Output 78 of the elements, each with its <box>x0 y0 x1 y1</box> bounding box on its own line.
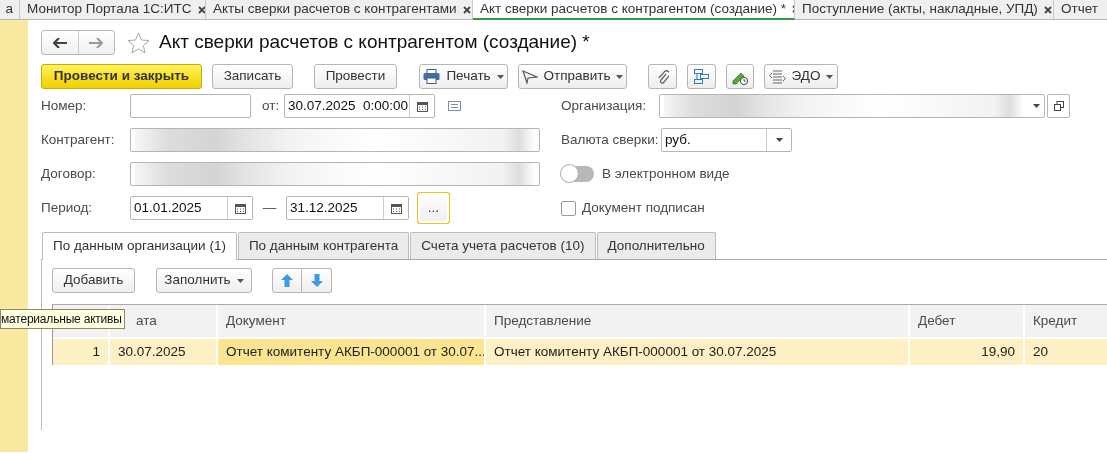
save-button[interactable]: Записать <box>212 64 293 89</box>
tab[interactable]: По данным организации (1) <box>42 232 237 260</box>
add-button[interactable]: Добавить <box>52 268 135 293</box>
field-label: Документ подписан <box>582 199 705 217</box>
table-cell: Отчет комитенту АКБП-000001 от 30.07... <box>218 339 486 365</box>
linked-boxes-icon <box>694 69 709 84</box>
field-label: Период: <box>41 199 94 217</box>
column-header[interactable]: ата <box>136 312 157 330</box>
column-header[interactable]: Кредит <box>1033 312 1078 330</box>
field-label: Валюта сверки: <box>561 131 660 149</box>
field-label: от: <box>262 97 281 115</box>
column-header[interactable]: Представление <box>494 312 592 330</box>
open-window-icon <box>1053 101 1064 111</box>
calendar-icon <box>390 202 402 214</box>
tab[interactable]: По данным контрагента <box>237 232 410 259</box>
document-exchange-icon <box>768 69 786 84</box>
print-button[interactable]: Печать <box>419 64 508 89</box>
checkbox[interactable] <box>561 200 576 216</box>
favorite-star-icon[interactable] <box>127 31 150 54</box>
field-label: Контрагент: <box>41 131 116 149</box>
caret-icon <box>236 278 244 283</box>
structure-button[interactable] <box>687 64 716 89</box>
table-cell: Отчет комитенту АКБП-000001 от 30.07.2025 <box>486 339 910 365</box>
dropdown-arrow-icon[interactable] <box>1032 104 1040 108</box>
send-button[interactable]: Отправить <box>518 64 627 89</box>
move-up-button[interactable] <box>272 268 302 293</box>
up-arrow-icon <box>281 274 293 287</box>
field-label: Организация: <box>561 97 648 115</box>
app-tab[interactable]: Поступление (акты, накладные, УПД) <box>795 0 1054 19</box>
app-tab[interactable]: а <box>0 0 20 19</box>
close-icon[interactable] <box>462 5 471 14</box>
currency-field[interactable]: руб. <box>661 128 792 152</box>
caret-icon <box>826 74 834 79</box>
edit-history-button[interactable] <box>726 64 754 89</box>
move-down-button[interactable] <box>302 268 332 293</box>
open-button[interactable] <box>1047 94 1070 118</box>
calendar-icon <box>416 100 428 112</box>
period-dash: — <box>261 199 278 217</box>
paperclip-icon <box>656 69 669 84</box>
close-icon[interactable] <box>197 5 205 14</box>
period-start-field[interactable]: 01.01.2025 <box>130 196 253 220</box>
calendar-icon <box>234 202 246 214</box>
post-button[interactable]: Провести <box>314 64 397 89</box>
app-tab[interactable]: Монитор Портала 1С:ИТС <box>20 0 206 19</box>
table-cell: 19,90 <box>910 339 1025 365</box>
caret-icon <box>616 74 624 79</box>
toggle-switch[interactable] <box>561 166 594 182</box>
field-label: Номер: <box>41 97 88 115</box>
app-tab[interactable]: Отчет <box>1054 0 1107 19</box>
forward-arrow-icon <box>89 37 104 48</box>
field-label: В электронном виде <box>602 165 730 183</box>
table-cell: 1 <box>53 339 110 365</box>
edo-button[interactable]: ЭДО <box>764 64 838 89</box>
form-title: Акт сверки расчетов с контрагентом (создание) * <box>159 31 590 54</box>
down-arrow-icon <box>310 274 323 287</box>
tooltip: материальные активы <box>0 309 125 329</box>
field-label: Договор: <box>41 165 97 183</box>
date-field[interactable]: 30.07.2025 0:00:00 <box>284 94 435 118</box>
caret-icon <box>496 74 504 79</box>
table-cell: 20 <box>1025 339 1107 365</box>
tab[interactable]: Счета учета расчетов (10) <box>410 232 596 259</box>
table-row[interactable]: 1 30.07.2025 Отчет комитенту АКБП-000001 от 30.07... Отчет комитенту АКБП-000001 от 30.07.2025 19,90 20 <box>53 337 1107 365</box>
tab[interactable]: Дополнительно <box>596 232 716 259</box>
fill-button[interactable]: Заполнить <box>156 268 252 293</box>
app-tab[interactable]: Акт сверки расчетов с контрагентом (создание) * <box>473 0 795 20</box>
period-select-button[interactable]: ... <box>417 192 450 224</box>
attach-button[interactable] <box>648 64 677 89</box>
paper-plane-icon <box>521 69 538 84</box>
number-field[interactable] <box>130 94 251 118</box>
column-header[interactable]: Дебет <box>918 312 956 330</box>
column-header[interactable]: Документ <box>226 312 286 330</box>
list-icon[interactable] <box>448 101 461 111</box>
post-and-close-button[interactable]: Провести и закрыть <box>41 64 202 89</box>
close-icon[interactable] <box>1043 5 1052 14</box>
period-end-field[interactable]: 31.12.2025 <box>286 196 409 220</box>
dropdown-arrow-icon[interactable] <box>775 138 783 142</box>
printer-icon <box>423 69 441 84</box>
back-arrow-icon <box>52 37 67 48</box>
